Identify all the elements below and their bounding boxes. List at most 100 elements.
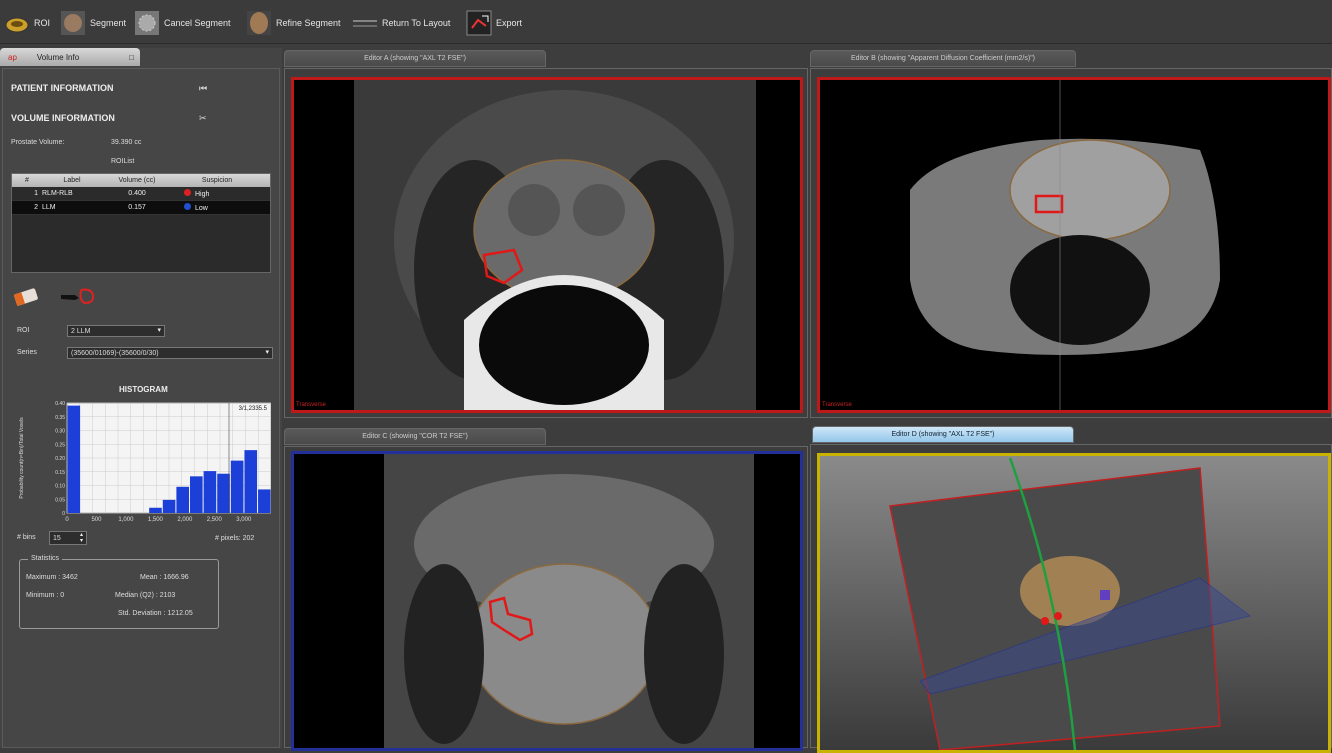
roi-button[interactable]: ROI xyxy=(4,9,50,37)
histogram-bar xyxy=(258,489,271,513)
table-row[interactable]: 1 RLM-RLB 0.400 High xyxy=(12,187,270,201)
tab-editor-a[interactable]: Editor A (showing "AXL T2 FSE") xyxy=(284,50,546,67)
patient-info-toggle-icon[interactable]: ⏮ xyxy=(199,83,207,94)
histogram-bar xyxy=(162,499,176,513)
paint-brush-icon[interactable] xyxy=(59,285,99,312)
panel-body: PATIENT INFORMATION ⏮ VOLUME INFORMATION… xyxy=(2,68,280,748)
tab-editor-b-label: Editor B (showing "Apparent Diffusion Co… xyxy=(850,55,1036,62)
prostate-volume-label: Prostate Volume: xyxy=(11,139,65,146)
stat-median: Median (Q2) : 2103 xyxy=(115,592,176,599)
refine-segment-icon xyxy=(246,10,272,36)
roi-select[interactable]: 2 LLM ▾ xyxy=(67,325,165,337)
export-button[interactable]: Export xyxy=(466,9,522,37)
series-select[interactable]: (35600/01069)-(35600/0/30) ▾ xyxy=(67,347,273,359)
histogram-bar xyxy=(230,460,244,513)
mri-axial-image xyxy=(354,80,756,410)
tab-editor-c-label: Editor C (showing "COR T2 FSE") xyxy=(362,433,468,440)
editor-c-viewport[interactable] xyxy=(291,451,803,751)
stat-mean: Mean : 1666.96 xyxy=(140,574,189,581)
toolbar: ROI Segment Cancel Segment Refine Segmen… xyxy=(0,0,1332,44)
y-axis-label: Probability count(n=Bin)/Total Voxels xyxy=(19,417,25,499)
return-layout-button[interactable]: Return To Layout xyxy=(352,9,450,37)
x-tick-label: 0 xyxy=(65,517,69,523)
y-tick-label: 0.15 xyxy=(55,470,65,476)
y-tick-label: 0.25 xyxy=(55,442,65,448)
col-volume: Volume (cc) xyxy=(118,177,156,184)
cancel-segment-button[interactable]: Cancel Segment xyxy=(134,9,231,37)
x-tick-label: 2,000 xyxy=(177,517,193,523)
segment-button[interactable]: Segment xyxy=(60,9,126,37)
segment-label: Segment xyxy=(90,18,127,28)
pixels-count: # pixels: 202 xyxy=(215,535,255,542)
stat-minimum: Minimum : 0 xyxy=(26,592,65,599)
stat-std: Std. Deviation : 1212.05 xyxy=(118,610,193,617)
y-tick-label: 0.10 xyxy=(55,484,65,490)
histogram-bar xyxy=(217,473,230,513)
roi-select-value: 2 LLM xyxy=(71,327,91,335)
cancel-segment-label: Cancel Segment xyxy=(164,18,231,28)
y-tick-label: 0.30 xyxy=(55,429,65,435)
editor-b-orientation: Transverse xyxy=(822,402,852,408)
editor-c-panel xyxy=(284,446,808,751)
editor-b-panel: Transverse xyxy=(810,68,1332,418)
chevron-down-icon: ▾ xyxy=(265,349,269,356)
tab-volume-info[interactable]: ap Volume Info □ xyxy=(0,48,140,66)
table-row[interactable]: 2 LLM 0.157 Low xyxy=(12,201,270,215)
volume-info-toggle-icon[interactable]: ✂ xyxy=(199,113,207,124)
col-num: # xyxy=(25,177,29,184)
refine-segment-label: Refine Segment xyxy=(276,18,341,28)
statistics-box: Statistics Maximum : 3462 Mean : 1666.96… xyxy=(19,555,219,629)
tab-marker-icon: ap xyxy=(8,52,17,62)
histogram-bar xyxy=(203,471,217,513)
tab-editor-b[interactable]: Editor B (showing "Apparent Diffusion Co… xyxy=(810,50,1076,67)
series-select-label: Series xyxy=(17,349,37,356)
histogram-bar xyxy=(149,507,162,513)
y-tick-label: 0.40 xyxy=(55,401,65,407)
row-volume: 0.400 xyxy=(128,190,146,197)
statistics-title: Statistics xyxy=(28,555,63,562)
bins-value: 15 xyxy=(53,534,61,542)
x-tick-label: 500 xyxy=(91,517,102,523)
return-layout-label: Return To Layout xyxy=(382,18,451,28)
bins-stepper[interactable]: 15 ▴ ▾ xyxy=(49,531,87,545)
editor-a-viewport[interactable]: Transverse xyxy=(291,77,803,413)
editor-a-orientation: Transverse xyxy=(296,402,326,408)
tab-editor-a-label: Editor A (showing "AXL T2 FSE") xyxy=(364,55,466,62)
row-suspicion: High xyxy=(195,191,210,198)
histogram-marker-label: 3/1,2335.5 xyxy=(239,406,268,412)
tab-close-icon[interactable]: □ xyxy=(129,53,134,62)
histogram-bar xyxy=(67,405,81,513)
row-num: 1 xyxy=(34,190,38,197)
bins-label: # bins xyxy=(17,534,36,541)
roi-icon xyxy=(4,10,30,36)
x-tick-label: 3,000 xyxy=(236,517,252,523)
suspicion-low-icon xyxy=(184,203,191,210)
x-tick-label: 2,500 xyxy=(207,517,223,523)
histogram-bar xyxy=(244,450,258,513)
return-layout-icon xyxy=(352,10,378,36)
editor-a-panel: Transverse xyxy=(284,68,808,418)
roi-table-header: # Label Volume (cc) Suspicion xyxy=(12,174,270,187)
cancel-segment-icon xyxy=(134,10,160,36)
row-label: RLM-RLB xyxy=(42,190,73,197)
stat-maximum: Maximum : 3462 xyxy=(26,574,78,581)
roi-label: ROI xyxy=(34,18,51,28)
editor-d-viewport[interactable] xyxy=(817,453,1331,753)
segment-icon xyxy=(60,10,86,36)
editor-b-viewport[interactable]: Transverse xyxy=(817,77,1331,413)
mri-coronal-image xyxy=(384,454,754,748)
export-icon xyxy=(466,10,492,36)
refine-segment-button[interactable]: Refine Segment xyxy=(246,9,341,37)
tab-editor-d[interactable]: Editor D (showing "AXL T2 FSE") xyxy=(812,426,1074,443)
y-tick-label: 0.20 xyxy=(55,456,65,462)
export-label: Export xyxy=(496,18,523,28)
eraser-icon[interactable] xyxy=(11,285,41,312)
col-label: Label xyxy=(63,177,81,184)
tab-editor-c[interactable]: Editor C (showing "COR T2 FSE") xyxy=(284,428,546,445)
stepper-icon[interactable]: ▴ ▾ xyxy=(80,532,83,544)
roi-list-label: ROIList xyxy=(111,158,135,165)
series-select-value: (35600/01069)-(35600/0/30) xyxy=(71,349,159,357)
prostate-volume-value: 39.390 cc xyxy=(111,139,142,146)
row-volume: 0.157 xyxy=(128,204,146,211)
histogram-bar xyxy=(190,476,203,513)
